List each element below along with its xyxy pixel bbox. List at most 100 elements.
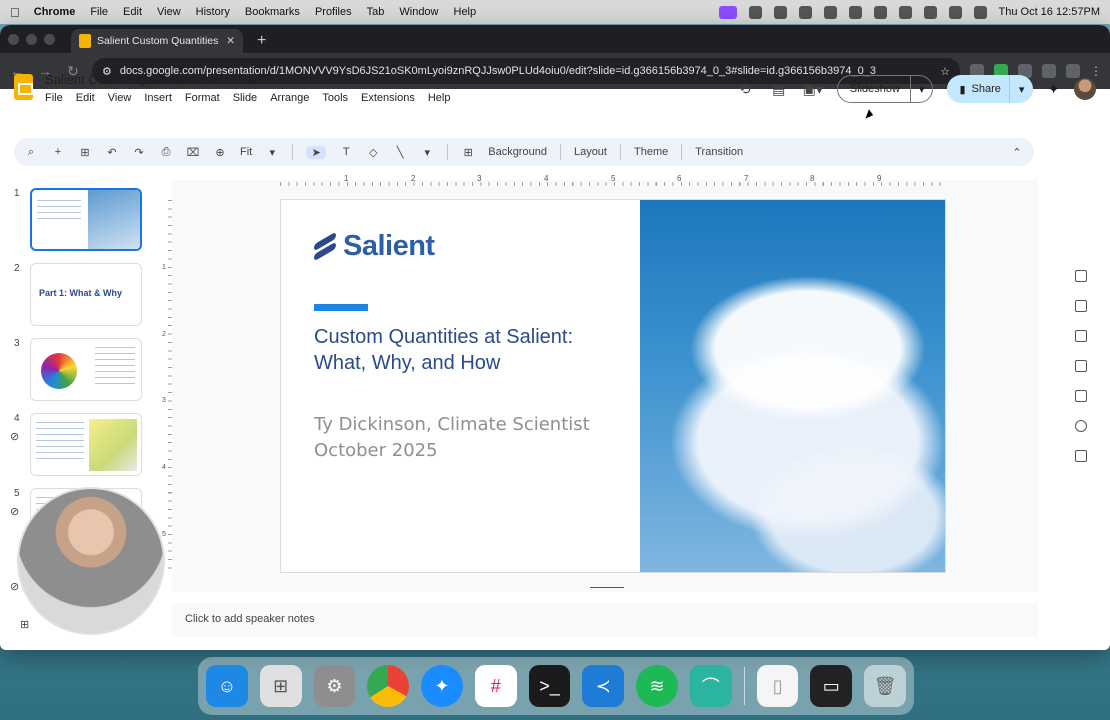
menubar-view[interactable]: View bbox=[157, 6, 181, 18]
transition-button[interactable]: Transition bbox=[695, 146, 743, 158]
menu-slide[interactable]: Slide bbox=[233, 92, 257, 104]
text-box-icon[interactable]: T bbox=[339, 146, 353, 158]
zoom-select[interactable]: Fit bbox=[240, 146, 252, 158]
zoom-icon[interactable]: ⊕ bbox=[213, 146, 227, 159]
layout-button[interactable]: Layout bbox=[574, 146, 607, 158]
menubar-profiles[interactable]: Profiles bbox=[315, 6, 352, 18]
menu-arrange[interactable]: Arrange bbox=[270, 92, 309, 104]
slide-thumbnail[interactable]: Part 1: What & Why bbox=[30, 263, 142, 326]
line-tool-icon[interactable]: ╲ bbox=[393, 146, 407, 159]
add-comment-icon[interactable]: ⊞ bbox=[461, 146, 475, 159]
battery-icon[interactable] bbox=[873, 5, 887, 19]
cloud-saved-icon[interactable]: ☁ bbox=[247, 73, 259, 87]
new-tab-icon[interactable]: + bbox=[257, 29, 266, 53]
record-icon[interactable] bbox=[1075, 420, 1087, 432]
comments-icon[interactable]: ▤ bbox=[769, 79, 789, 99]
slideshow-button[interactable]: Slideshow ▾ bbox=[836, 75, 934, 103]
menubar-file[interactable]: File bbox=[90, 6, 108, 18]
chrome-icon[interactable] bbox=[367, 665, 410, 707]
horizontal-ruler[interactable]: 1 2 3 4 5 6 7 8 9 bbox=[280, 174, 946, 186]
new-slide-icon[interactable]: + bbox=[51, 146, 65, 158]
user-switch-icon[interactable] bbox=[973, 5, 987, 19]
theme-button[interactable]: Theme bbox=[634, 146, 668, 158]
vpn-icon[interactable] bbox=[773, 5, 787, 19]
keep-icon[interactable] bbox=[1075, 300, 1087, 312]
slide-title[interactable]: Custom Quantities at Salient: What, Why,… bbox=[314, 324, 614, 376]
thumbnail-row[interactable]: 1 bbox=[14, 188, 142, 251]
move-folder-icon[interactable]: ▭ bbox=[226, 73, 237, 87]
link-icon[interactable]: ⊘ bbox=[10, 505, 19, 518]
finder-icon[interactable]: ☺ bbox=[206, 665, 248, 707]
system-settings-icon[interactable]: ⚙ bbox=[313, 665, 356, 707]
menu-insert[interactable]: Insert bbox=[144, 92, 172, 104]
close-window-icon[interactable] bbox=[8, 33, 19, 45]
menu-edit[interactable]: Edit bbox=[76, 92, 95, 104]
grid-view-icon[interactable]: ⊞ bbox=[20, 618, 29, 631]
spotlight-search-icon[interactable] bbox=[923, 5, 937, 19]
select-tool-icon[interactable]: ➤ bbox=[306, 145, 327, 159]
slack-icon[interactable]: # bbox=[474, 665, 517, 707]
menu-tools[interactable]: Tools bbox=[322, 92, 348, 104]
slideshow-label[interactable]: Slideshow bbox=[838, 83, 910, 95]
play-icon[interactable] bbox=[823, 5, 837, 19]
menu-file[interactable]: File bbox=[45, 92, 63, 104]
search-menus-icon[interactable]: ⌕ bbox=[24, 146, 38, 159]
sync-icon[interactable] bbox=[798, 5, 812, 19]
redo-icon[interactable]: ↷ bbox=[132, 146, 146, 159]
image-insert-icon[interactable]: ◇ bbox=[366, 146, 380, 159]
menubar-bookmarks[interactable]: Bookmarks bbox=[245, 6, 300, 18]
line-dropdown-icon[interactable]: ▾ bbox=[420, 146, 434, 159]
doc-title[interactable]: Salient Custom Quantities bbox=[45, 72, 195, 87]
control-center-icon[interactable] bbox=[948, 5, 962, 19]
version-history-icon[interactable]: ⟲ bbox=[735, 79, 755, 99]
background-button[interactable]: Background bbox=[488, 146, 547, 158]
vscode-icon[interactable]: ≺ bbox=[582, 665, 625, 707]
menubar-help[interactable]: Help bbox=[454, 6, 477, 18]
slides-logo-icon[interactable] bbox=[14, 74, 33, 100]
star-icon[interactable]: ☆ bbox=[205, 73, 216, 87]
share-button[interactable]: ▮ Share ▾ bbox=[947, 75, 1034, 103]
zoom-window-icon[interactable] bbox=[44, 33, 55, 45]
spotify-icon[interactable]: ≋ bbox=[636, 665, 678, 707]
vertical-ruler[interactable]: 1 2 3 4 5 bbox=[162, 200, 172, 572]
terminal-icon[interactable]: >_ bbox=[528, 665, 571, 707]
thumbnail-row[interactable]: 3 bbox=[14, 338, 142, 401]
menubar-tab[interactable]: Tab bbox=[367, 6, 385, 18]
menu-format[interactable]: Format bbox=[185, 92, 220, 104]
collapse-toolbar-icon[interactable]: ⌃ bbox=[1010, 146, 1024, 159]
safari-icon[interactable]: ✦ bbox=[421, 665, 463, 707]
contacts-icon[interactable] bbox=[1075, 360, 1087, 372]
share-dropdown-icon[interactable]: ▾ bbox=[1008, 75, 1034, 103]
present-icon[interactable] bbox=[1075, 450, 1087, 462]
paint-format-icon[interactable]: ⌧ bbox=[186, 146, 200, 159]
wifi-icon[interactable] bbox=[898, 5, 912, 19]
zoom-dropdown-icon[interactable]: ▾ bbox=[265, 146, 279, 159]
apple-menu-icon[interactable]:  bbox=[10, 5, 20, 20]
slideshow-dropdown-icon[interactable]: ▾ bbox=[909, 76, 933, 102]
minimize-window-icon[interactable] bbox=[26, 33, 37, 45]
thumbnail-row[interactable]: 4 bbox=[14, 413, 142, 476]
gemini-icon[interactable]: ✦ bbox=[1047, 80, 1060, 98]
slide-thumbnail[interactable] bbox=[30, 338, 142, 401]
calendar-icon[interactable] bbox=[1075, 270, 1087, 282]
trash-icon[interactable]: 🗑 bbox=[864, 665, 906, 707]
screen-capture-icon[interactable]: ▭ bbox=[810, 665, 853, 707]
link-icon[interactable]: ⊘ bbox=[10, 580, 19, 593]
thumbnail-row[interactable]: 2 Part 1: What & Why bbox=[14, 263, 142, 326]
menubar-edit[interactable]: Edit bbox=[123, 6, 142, 18]
menubar-history[interactable]: History bbox=[196, 6, 230, 18]
browser-tab-active[interactable]: Salient Custom Quantities - G ✕ bbox=[71, 29, 243, 53]
status-app-icon[interactable] bbox=[748, 5, 762, 19]
video-call-icon[interactable]: ▣▾ bbox=[803, 79, 823, 99]
slide-thumbnail[interactable] bbox=[30, 413, 142, 476]
screen-record-icon[interactable] bbox=[718, 5, 737, 19]
menubar-clock[interactable]: Thu Oct 16 12:57PM bbox=[999, 6, 1101, 18]
accent-bar[interactable] bbox=[314, 304, 368, 311]
menu-extensions[interactable]: Extensions bbox=[361, 92, 415, 104]
print-icon[interactable]: ⎙ bbox=[159, 146, 173, 159]
folder-icon[interactable] bbox=[1075, 390, 1087, 402]
launchpad-icon[interactable]: ⊞ bbox=[259, 665, 302, 707]
menubar-app-name[interactable]: Chrome bbox=[34, 6, 76, 18]
tasks-icon[interactable] bbox=[1075, 330, 1087, 342]
speaker-notes[interactable]: Click to add speaker notes bbox=[172, 603, 1038, 637]
